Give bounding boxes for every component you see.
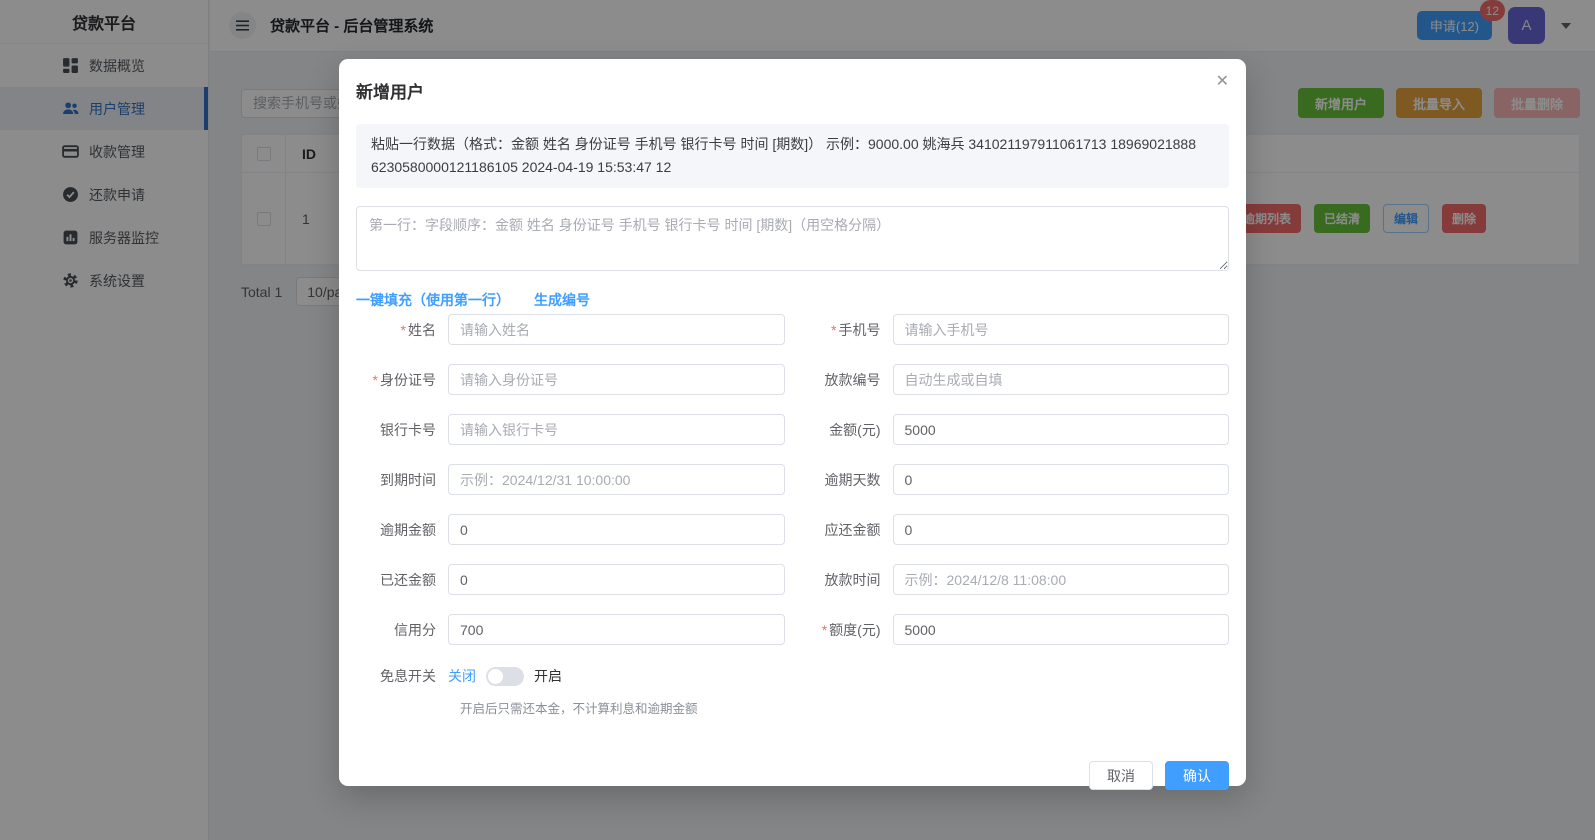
name-input[interactable] (448, 314, 785, 345)
credit-score-input[interactable] (448, 614, 785, 645)
interest-free-toggle[interactable] (486, 667, 524, 686)
quota-label: *额度(元) (801, 620, 893, 640)
overdue-amount-label: 逾期金额 (356, 520, 448, 540)
payable-amount-label: 应还金额 (801, 520, 893, 540)
one-click-fill-link[interactable]: 一键填充（使用第一行） (356, 290, 510, 310)
generate-number-link[interactable]: 生成编号 (534, 290, 590, 310)
modal-footer: 取消 确认 (356, 761, 1229, 790)
required-star: * (401, 322, 406, 338)
required-star: * (822, 622, 827, 638)
phone-label: *手机号 (801, 320, 893, 340)
disburse-time-label: 放款时间 (801, 570, 893, 590)
cancel-button[interactable]: 取消 (1089, 761, 1153, 790)
add-user-form: *姓名 *手机号 *身份证号 放款编号 银行卡号 (356, 314, 1229, 717)
overdue-days-input[interactable] (893, 464, 1230, 495)
payable-amount-input[interactable] (893, 514, 1230, 545)
repaid-amount-input[interactable] (448, 564, 785, 595)
loan-number-label: 放款编号 (801, 370, 893, 390)
modal-title: 新增用户 (356, 78, 1229, 103)
bank-card-label: 银行卡号 (356, 420, 448, 440)
quota-input[interactable] (893, 614, 1230, 645)
paste-format-note: 粘贴一行数据（格式：金额 姓名 身份证号 手机号 银行卡号 时间 [期数]） 示… (356, 124, 1229, 188)
switch-off-label: 关闭 (448, 666, 476, 686)
overdue-days-label: 逾期天数 (801, 470, 893, 490)
add-user-modal: 新增用户 ✕ 粘贴一行数据（格式：金额 姓名 身份证号 手机号 银行卡号 时间 … (339, 59, 1246, 786)
overdue-amount-input[interactable] (448, 514, 785, 545)
interest-free-label: 免息开关 (356, 666, 448, 686)
required-star: * (831, 322, 836, 338)
id-number-label: *身份证号 (356, 370, 448, 390)
credit-score-label: 信用分 (356, 620, 448, 640)
disburse-time-input[interactable] (893, 564, 1230, 595)
amount-input[interactable] (893, 414, 1230, 445)
confirm-button[interactable]: 确认 (1165, 761, 1229, 790)
required-star: * (373, 372, 378, 388)
interest-free-switch-row: 免息开关 关闭 开启 (356, 666, 1229, 686)
name-label: *姓名 (356, 320, 448, 340)
phone-input[interactable] (893, 314, 1230, 345)
paste-data-textarea[interactable] (356, 206, 1229, 271)
loan-number-input[interactable] (893, 364, 1230, 395)
amount-label: 金额(元) (801, 420, 893, 440)
interest-free-hint: 开启后只需还本金，不计算利息和逾期金额 (460, 698, 1229, 717)
close-icon[interactable]: ✕ (1216, 74, 1229, 90)
id-number-input[interactable] (448, 364, 785, 395)
due-time-input[interactable] (448, 464, 785, 495)
switch-on-label: 开启 (534, 666, 562, 686)
due-time-label: 到期时间 (356, 470, 448, 490)
toggle-knob (488, 669, 503, 684)
bank-card-input[interactable] (448, 414, 785, 445)
quick-links: 一键填充（使用第一行） 生成编号 (356, 290, 1229, 310)
repaid-amount-label: 已还金额 (356, 570, 448, 590)
